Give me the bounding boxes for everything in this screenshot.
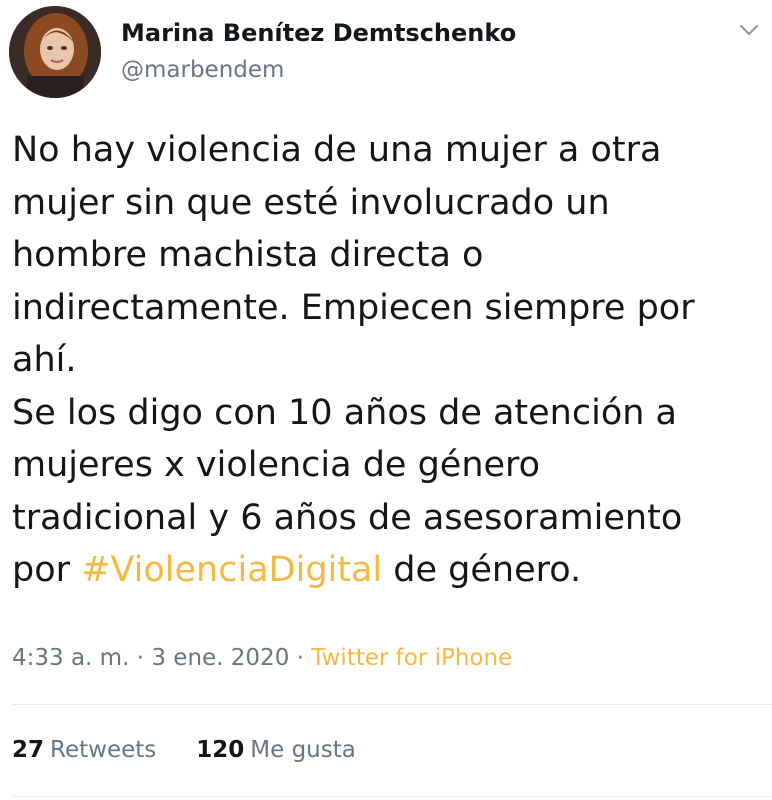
- tweet-text-line: ahí.: [12, 334, 760, 387]
- avatar-image: [9, 6, 101, 98]
- tweet-time[interactable]: 4:33 a. m.: [12, 645, 129, 671]
- tweet-text-segment: indirectamente. Empiecen siempre por: [12, 287, 695, 328]
- likes-label: Me gusta: [250, 737, 356, 763]
- tweet-text-segment: ahí.: [12, 340, 77, 380]
- tweet-text-line: No hay violencia de una mujer a otra: [12, 124, 760, 177]
- tweet-text-line: hombre machista directa o: [12, 229, 760, 282]
- tweet-text-line: mujeres x violencia de género: [12, 439, 760, 492]
- tweet-source-link[interactable]: Twitter for iPhone: [311, 645, 512, 671]
- tweet-text-segment: Se los digo con 10 años de atención a: [12, 392, 677, 433]
- tweet-text-segment: por: [12, 550, 82, 590]
- tweet-text-segment: mujer sin que esté involucrado un: [12, 182, 610, 223]
- tweet-text-line: tradicional y 6 años de asesoramiento: [12, 492, 760, 545]
- tweet-text-segment: tradicional y 6 años de asesoramiento: [12, 497, 683, 538]
- tweet-stats: 27 Retweets 120 Me gusta: [12, 734, 356, 766]
- meta-separator: ·: [289, 645, 312, 671]
- tweet-text-line: por #ViolenciaDigital de género.: [12, 544, 760, 597]
- tweet-text-line: Se los digo con 10 años de atención a: [12, 387, 760, 440]
- tweet-text-segment: de género.: [382, 550, 582, 590]
- chevron-down-icon[interactable]: [733, 18, 765, 42]
- hashtag-link[interactable]: #ViolenciaDigital: [81, 550, 382, 590]
- avatar[interactable]: [9, 6, 101, 98]
- tweet-date[interactable]: 3 ene. 2020: [151, 645, 289, 671]
- tweet-text-line: indirectamente. Empiecen siempre por: [12, 282, 760, 335]
- meta-separator: ·: [129, 645, 152, 671]
- tweet-meta: 4:33 a. m. · 3 ene. 2020 · Twitter for i…: [12, 642, 512, 674]
- likes-count: 120: [196, 737, 245, 763]
- divider: [12, 704, 772, 705]
- retweets-stat[interactable]: 27 Retweets: [12, 734, 156, 766]
- tweet-text: No hay violencia de una mujer a otra muje…: [12, 124, 760, 597]
- retweets-label: Retweets: [50, 737, 157, 763]
- tweet-text-segment: hombre machista directa o: [12, 235, 484, 275]
- likes-stat[interactable]: 120 Me gusta: [196, 734, 356, 766]
- tweet-text-segment: mujeres x violencia de género: [12, 445, 541, 485]
- tweet-text-segment: No hay violencia de una mujer a otra: [12, 130, 662, 170]
- divider: [12, 796, 772, 797]
- retweets-count: 27: [12, 737, 45, 763]
- tweet-text-line: mujer sin que esté involucrado un: [12, 177, 760, 230]
- display-name[interactable]: Marina Benítez Demtschenko: [121, 17, 516, 49]
- username[interactable]: @marbendem: [121, 54, 284, 86]
